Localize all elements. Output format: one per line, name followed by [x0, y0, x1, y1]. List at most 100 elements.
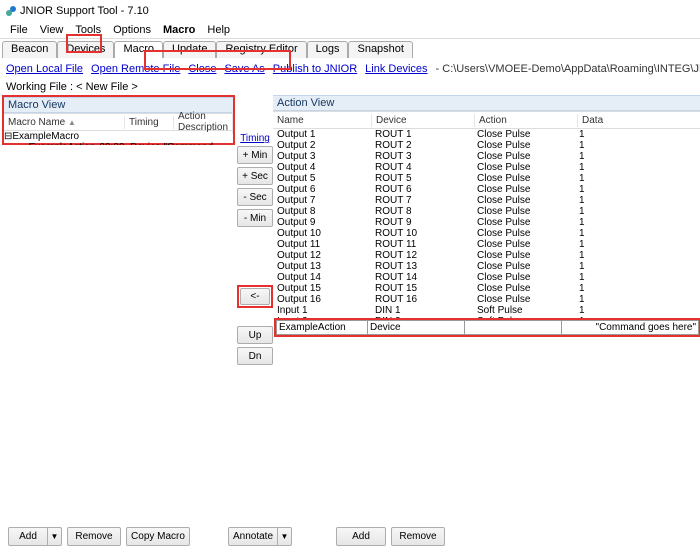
annotate-button[interactable]: Annotate ▼	[228, 527, 292, 546]
cell-name: Output 12	[273, 250, 371, 261]
macro-list[interactable]	[0, 145, 237, 525]
minus-sec-button[interactable]: - Sec	[237, 188, 273, 206]
action-row[interactable]: Output 5ROUT 5Close Pulse1	[273, 173, 700, 184]
cell-device: ROUT 15	[371, 283, 473, 294]
plus-min-button[interactable]: + Min	[237, 146, 273, 164]
menu-options[interactable]: Options	[107, 23, 157, 37]
cell-data: 1	[575, 228, 589, 239]
cell-device: ROUT 14	[371, 272, 473, 283]
cell-data: 1	[575, 217, 589, 228]
action-row[interactable]: Output 12ROUT 12Close Pulse1	[273, 250, 700, 261]
link-save-as[interactable]: Save As	[224, 63, 264, 75]
cell-data: 1	[575, 151, 589, 162]
link-link-devices[interactable]: Link Devices	[365, 63, 427, 75]
edit-device-input[interactable]	[368, 321, 465, 334]
cell-data: 1	[575, 173, 589, 184]
action-row[interactable]: Output 10ROUT 10Close Pulse1	[273, 228, 700, 239]
tab-macro[interactable]: Macro	[114, 41, 163, 58]
remove-macro-button[interactable]: Remove	[67, 527, 121, 546]
cell-data: 1	[575, 140, 589, 151]
action-row[interactable]: Input 1DIN 1Soft Pulse1	[273, 305, 700, 316]
cell-name: Output 10	[273, 228, 371, 239]
tabbar: Beacon Devices Macro Update Registry Edi…	[0, 39, 700, 58]
menubar: File View Tools Options Macro Help	[0, 21, 700, 39]
action-columns: Name Device Action Data	[273, 111, 700, 129]
cell-data: 1	[575, 283, 589, 294]
edit-name-input[interactable]	[277, 321, 368, 334]
tab-devices[interactable]: Devices	[57, 41, 114, 58]
action-row[interactable]: Output 16ROUT 16Close Pulse1	[273, 294, 700, 305]
cell-action: Close Pulse	[473, 250, 575, 261]
cell-name: Output 15	[273, 283, 371, 294]
link-close[interactable]: Close	[188, 63, 216, 75]
add-action-button[interactable]: Add	[336, 527, 386, 546]
action-row[interactable]: Output 11ROUT 11Close Pulse1	[273, 239, 700, 250]
col-action-data[interactable]: Data	[578, 114, 700, 127]
action-buttons: Add Remove	[336, 527, 445, 546]
action-row[interactable]: Output 7ROUT 7Close Pulse1	[273, 195, 700, 206]
tab-registry[interactable]: Registry Editor	[216, 41, 306, 58]
tab-snapshot[interactable]: Snapshot	[348, 41, 412, 58]
action-list[interactable]: Output 1ROUT 1Close Pulse1Output 2ROUT 2…	[273, 129, 700, 318]
menu-tools[interactable]: Tools	[69, 23, 107, 37]
cell-data: 1	[575, 129, 589, 140]
action-row[interactable]: Output 3ROUT 3Close Pulse1	[273, 151, 700, 162]
action-row[interactable]: Output 13ROUT 13Close Pulse1	[273, 261, 700, 272]
action-row[interactable]: Output 9ROUT 9Close Pulse1	[273, 217, 700, 228]
add-macro-dropdown-icon[interactable]: ▼	[48, 527, 62, 546]
cell-name: Output 6	[273, 184, 371, 195]
tab-beacon[interactable]: Beacon	[2, 41, 57, 58]
link-open-remote[interactable]: Open Remote File	[91, 63, 180, 75]
cell-device: ROUT 13	[371, 261, 473, 272]
col-timing[interactable]: Timing	[125, 116, 174, 129]
titlebar: JNIOR Support Tool - 7.10	[0, 0, 700, 21]
app-icon	[4, 4, 17, 17]
cell-data: 1	[575, 184, 589, 195]
menu-view[interactable]: View	[34, 23, 70, 37]
action-row[interactable]: Output 1ROUT 1Close Pulse1	[273, 129, 700, 140]
cell-name: Output 9	[273, 217, 371, 228]
cell-data: 1	[575, 305, 589, 316]
cell-device: ROUT 1	[371, 129, 473, 140]
col-action-action[interactable]: Action	[475, 114, 578, 127]
tab-logs[interactable]: Logs	[307, 41, 349, 58]
col-action-desc[interactable]: Action Description	[174, 110, 233, 134]
add-macro-button[interactable]: Add ▼	[8, 527, 62, 546]
link-open-local[interactable]: Open Local File	[6, 63, 83, 75]
action-row[interactable]: Output 15ROUT 15Close Pulse1	[273, 283, 700, 294]
copy-macro-button[interactable]: Copy Macro	[126, 527, 190, 546]
menu-help[interactable]: Help	[201, 23, 236, 37]
linkbar: Open Local File Open Remote File Close S…	[0, 58, 700, 79]
action-row[interactable]: Output 8ROUT 8Close Pulse1	[273, 206, 700, 217]
col-action-device[interactable]: Device	[372, 114, 475, 127]
cell-name: Input 1	[273, 305, 371, 316]
up-button[interactable]: Up	[237, 326, 273, 344]
macro-buttons: Add ▼ Remove Copy Macro	[8, 527, 190, 546]
collapse-icon[interactable]: ⊟	[4, 131, 12, 142]
action-row[interactable]: Output 4ROUT 4Close Pulse1	[273, 162, 700, 173]
menu-macro[interactable]: Macro	[157, 23, 201, 37]
link-publish[interactable]: Publish to JNIOR	[273, 63, 357, 75]
cell-name: Output 8	[273, 206, 371, 217]
cell-device: ROUT 9	[371, 217, 473, 228]
cell-device: ROUT 16	[371, 294, 473, 305]
col-macro-name[interactable]: Macro Name ▲	[4, 116, 125, 129]
cell-name: Output 7	[273, 195, 371, 206]
remove-action-button[interactable]: Remove	[391, 527, 445, 546]
edit-action-input[interactable]	[465, 321, 562, 334]
cell-action: Close Pulse	[473, 151, 575, 162]
plus-sec-button[interactable]: + Sec	[237, 167, 273, 185]
minus-min-button[interactable]: - Min	[237, 209, 273, 227]
menu-file[interactable]: File	[4, 23, 34, 37]
edit-data-input[interactable]	[562, 321, 698, 334]
col-action-name[interactable]: Name	[273, 114, 372, 127]
timing-label[interactable]: Timing	[240, 133, 270, 144]
action-row[interactable]: Output 6ROUT 6Close Pulse1	[273, 184, 700, 195]
action-row[interactable]: Output 2ROUT 2Close Pulse1	[273, 140, 700, 151]
cell-action: Close Pulse	[473, 294, 575, 305]
dn-button[interactable]: Dn	[237, 347, 273, 365]
assign-left-button[interactable]: <-	[240, 288, 270, 305]
action-row[interactable]: Output 14ROUT 14Close Pulse1	[273, 272, 700, 283]
annotate-dropdown-icon[interactable]: ▼	[278, 527, 292, 546]
tab-update[interactable]: Update	[163, 41, 216, 58]
